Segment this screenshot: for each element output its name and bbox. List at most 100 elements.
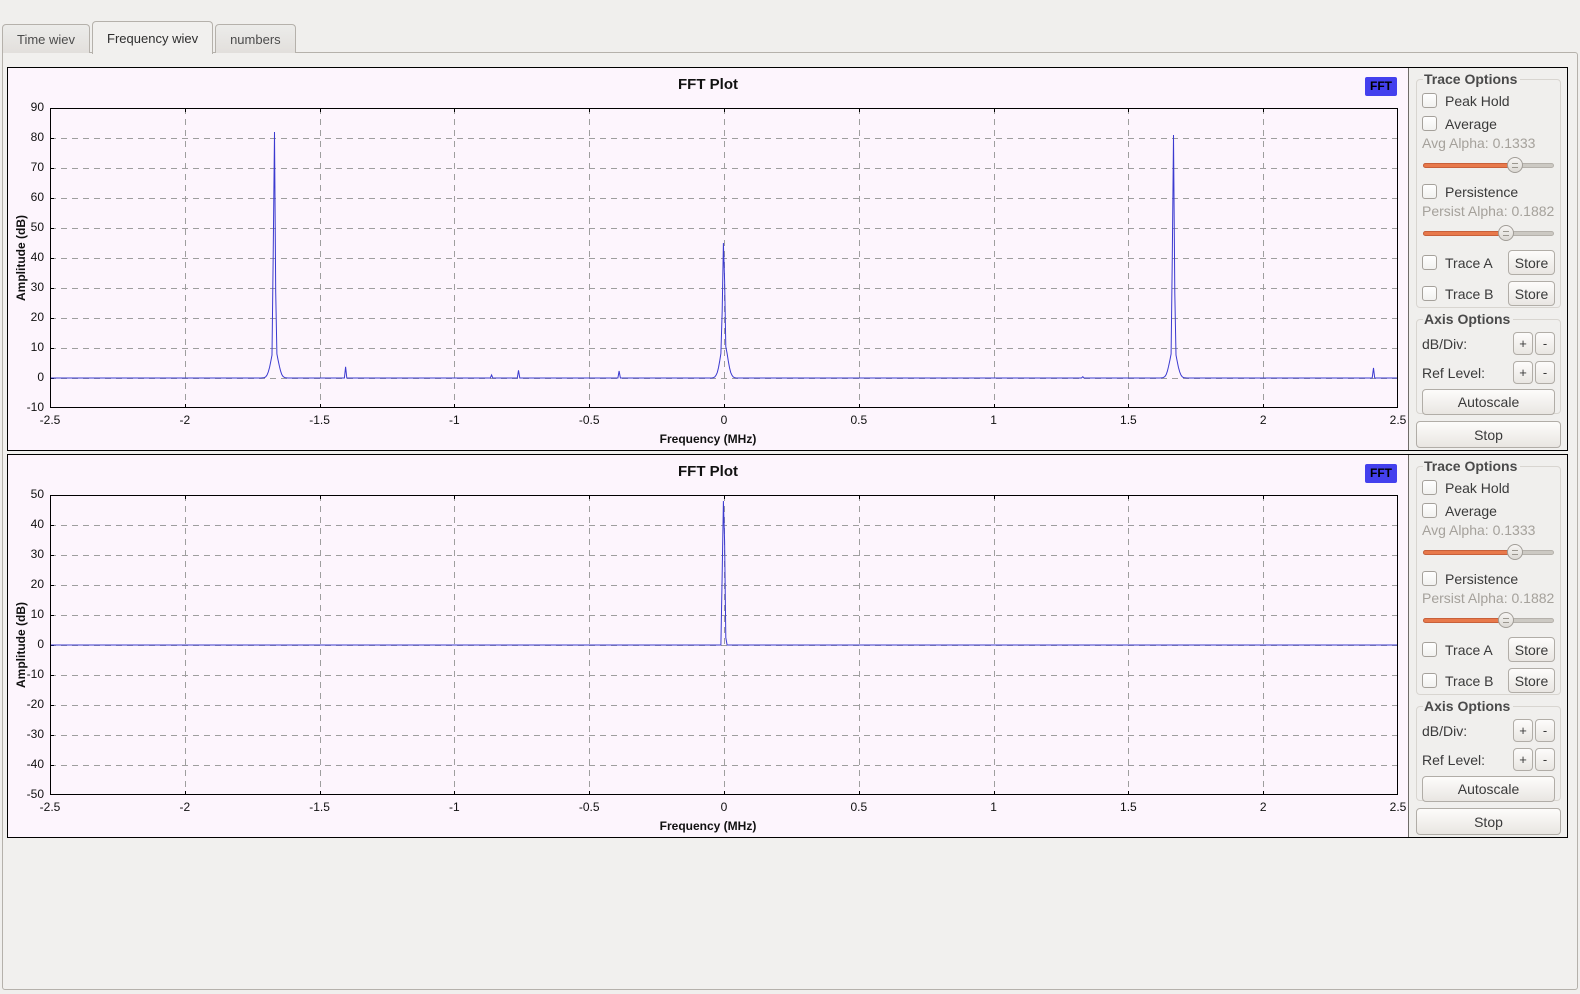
ref-level-minus-button[interactable]: - (1535, 361, 1555, 384)
average-label: Average (1445, 503, 1497, 519)
peak-hold-label: Peak Hold (1445, 480, 1510, 496)
trace-a-row: Trace A Store (1422, 248, 1555, 277)
avg-alpha-label: Avg Alpha: 0.1333 (1422, 135, 1555, 154)
trace-a-checkbox[interactable] (1422, 642, 1437, 657)
trace-a-row: Trace A Store (1422, 635, 1555, 664)
plot-canvas[interactable] (50, 108, 1398, 408)
avg-alpha-slider[interactable] (1423, 156, 1554, 174)
average-row: Average (1422, 499, 1555, 522)
persist-alpha-label: Persist Alpha: 0.1882 (1422, 590, 1555, 609)
fft-badge: FFT (1365, 77, 1397, 96)
fft-plot-1: FFT Plot FFT Amplitude (dB) Frequency (M… (8, 68, 1408, 450)
trace-a-store-button[interactable]: Store (1508, 637, 1555, 662)
peak-hold-checkbox[interactable] (1422, 93, 1437, 108)
y-tick-label: 90 (8, 100, 44, 114)
db-div-row: dB/Div: + - (1422, 329, 1555, 358)
x-axis-label: Frequency (MHz) (8, 819, 1408, 833)
ref-level-row: Ref Level: + - (1422, 358, 1555, 387)
x-tick-label: 1 (969, 800, 1019, 814)
axis-options-title: Axis Options (1423, 311, 1513, 327)
x-tick-label: -1 (429, 800, 479, 814)
db-div-minus-button[interactable]: - (1535, 332, 1555, 355)
tab-time-view-label: Time wiev (17, 32, 75, 47)
x-tick-label: 1.5 (1103, 413, 1153, 427)
trace-b-store-button[interactable]: Store (1508, 668, 1555, 693)
persist-alpha-slider[interactable] (1423, 224, 1554, 242)
slider-handle[interactable] (1498, 612, 1514, 628)
x-tick-label: 2 (1238, 413, 1288, 427)
tab-frequency-view[interactable]: Frequency wiev (92, 21, 213, 54)
control-panel-2: Trace Options Peak Hold Average Avg Alph… (1408, 455, 1567, 837)
y-tick-label: 0 (8, 370, 44, 384)
tab-content-frame: FFT Plot FFT Amplitude (dB) Frequency (M… (2, 52, 1578, 990)
y-tick-label: -10 (8, 400, 44, 414)
persist-alpha-label: Persist Alpha: 0.1882 (1422, 203, 1555, 222)
trace-b-label: Trace B (1445, 286, 1494, 302)
x-axis-label: Frequency (MHz) (8, 432, 1408, 446)
db-div-plus-button[interactable]: + (1513, 719, 1533, 742)
y-tick-label: 80 (8, 130, 44, 144)
ref-level-label: Ref Level: (1422, 752, 1485, 768)
y-tick-label: 50 (8, 487, 44, 501)
average-label: Average (1445, 116, 1497, 132)
peak-hold-row: Peak Hold (1422, 476, 1555, 499)
trace-a-checkbox[interactable] (1422, 255, 1437, 270)
persistence-checkbox[interactable] (1422, 571, 1437, 586)
tab-time-view[interactable]: Time wiev (2, 24, 90, 53)
persistence-checkbox[interactable] (1422, 184, 1437, 199)
trace-b-store-button[interactable]: Store (1508, 281, 1555, 306)
ref-level-minus-button[interactable]: - (1535, 748, 1555, 771)
stop-button[interactable]: Stop (1416, 808, 1561, 835)
y-tick-label: 30 (8, 280, 44, 294)
x-tick-label: 0 (699, 413, 749, 427)
slider-handle[interactable] (1498, 225, 1514, 241)
peak-hold-row: Peak Hold (1422, 89, 1555, 112)
ref-level-label: Ref Level: (1422, 365, 1485, 381)
y-tick-label: 20 (8, 577, 44, 591)
average-checkbox[interactable] (1422, 116, 1437, 131)
autoscale-button[interactable]: Autoscale (1422, 776, 1555, 802)
y-tick-label: 20 (8, 310, 44, 324)
db-div-plus-button[interactable]: + (1513, 332, 1533, 355)
x-tick-label: 0.5 (834, 800, 884, 814)
trace-a-store-button[interactable]: Store (1508, 250, 1555, 275)
trace-b-row: Trace B Store (1422, 279, 1555, 308)
tab-numbers[interactable]: numbers (215, 24, 296, 53)
fft-row-2: FFT Plot FFT Amplitude (dB) Frequency (M… (7, 454, 1568, 838)
avg-alpha-slider[interactable] (1423, 543, 1554, 561)
fft-row-1: FFT Plot FFT Amplitude (dB) Frequency (M… (7, 67, 1568, 451)
x-tick-label: -1 (429, 413, 479, 427)
average-checkbox[interactable] (1422, 503, 1437, 518)
trace-b-checkbox[interactable] (1422, 673, 1437, 688)
x-tick-label: 2 (1238, 800, 1288, 814)
slider-fill (1423, 231, 1506, 236)
ref-level-plus-button[interactable]: + (1513, 748, 1533, 771)
x-tick-label: 2.5 (1373, 413, 1423, 427)
y-tick-label: 60 (8, 190, 44, 204)
x-tick-label: 1.5 (1103, 800, 1153, 814)
trace-b-checkbox[interactable] (1422, 286, 1437, 301)
slider-handle[interactable] (1507, 544, 1523, 560)
x-tick-label: -0.5 (564, 413, 614, 427)
y-tick-label: 10 (8, 340, 44, 354)
persistence-label: Persistence (1445, 571, 1518, 587)
slider-fill (1423, 618, 1506, 623)
persist-alpha-slider[interactable] (1423, 611, 1554, 629)
persistence-label: Persistence (1445, 184, 1518, 200)
peak-hold-checkbox[interactable] (1422, 480, 1437, 495)
axis-options-title: Axis Options (1423, 698, 1513, 714)
autoscale-button[interactable]: Autoscale (1422, 389, 1555, 415)
db-div-row: dB/Div: + - (1422, 716, 1555, 745)
stop-button[interactable]: Stop (1416, 421, 1561, 448)
tab-bar: Time wiev Frequency wiev numbers (2, 20, 298, 53)
slider-handle[interactable] (1507, 157, 1523, 173)
x-tick-label: -2.5 (25, 800, 75, 814)
trace-b-row: Trace B Store (1422, 666, 1555, 695)
plot-canvas[interactable] (50, 495, 1398, 795)
x-tick-label: 0 (699, 800, 749, 814)
ref-level-plus-button[interactable]: + (1513, 361, 1533, 384)
y-tick-label: 10 (8, 607, 44, 621)
db-div-minus-button[interactable]: - (1535, 719, 1555, 742)
avg-alpha-label: Avg Alpha: 0.1333 (1422, 522, 1555, 541)
plot-title: FFT Plot (8, 463, 1408, 480)
